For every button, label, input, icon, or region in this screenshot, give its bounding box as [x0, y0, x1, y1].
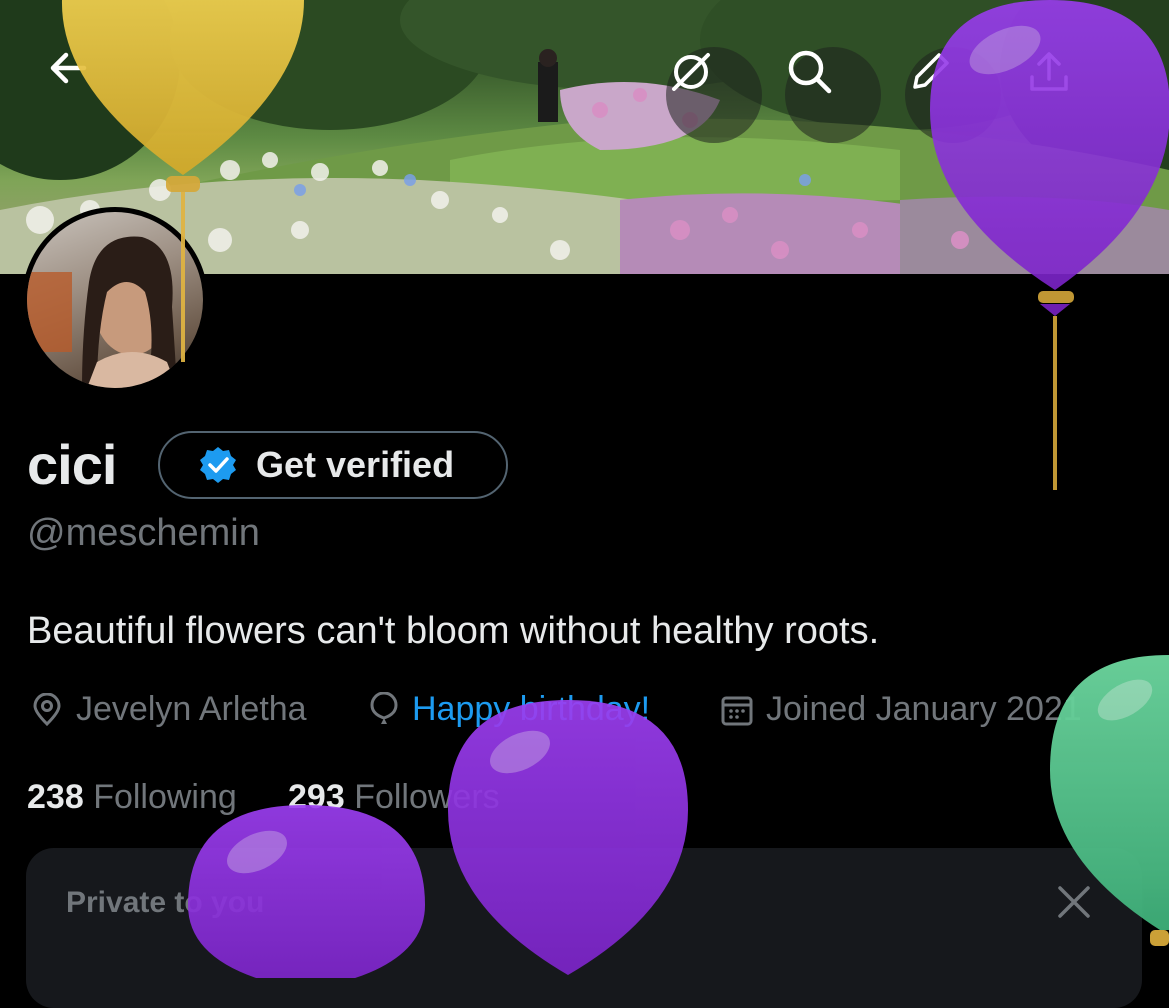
- following-link[interactable]: 238 Following: [27, 778, 237, 817]
- arrow-left-icon: [50, 52, 87, 84]
- joined-date: Joined January 2021: [720, 690, 1082, 729]
- search-icon: [788, 50, 832, 94]
- close-icon[interactable]: [1056, 884, 1092, 920]
- verified-badge-icon: [200, 447, 236, 483]
- avatar[interactable]: [22, 207, 208, 393]
- grok-icon: [672, 53, 710, 91]
- share-button[interactable]: [1024, 47, 1120, 143]
- birthday[interactable]: Happy birthday!: [368, 690, 650, 729]
- search-button[interactable]: [785, 47, 881, 143]
- back-button[interactable]: [46, 46, 142, 142]
- location: Jevelyn Arletha: [30, 690, 307, 729]
- edit-button[interactable]: [905, 47, 1001, 143]
- location-pin-icon: [33, 692, 61, 726]
- birthday-text: Happy birthday!: [412, 690, 651, 728]
- following-label: Following: [93, 778, 237, 816]
- private-card-title: Private to you: [66, 886, 265, 919]
- followers-link[interactable]: 293 Followers: [288, 778, 500, 817]
- followers-count: 293: [288, 778, 345, 816]
- handle: @meschemin: [27, 512, 260, 554]
- joined-text: Joined January 2021: [766, 690, 1082, 728]
- private-card: Private to you: [26, 848, 1142, 1008]
- followers-label: Followers: [354, 778, 500, 816]
- bio: Beautiful flowers can't bloom without he…: [27, 610, 880, 652]
- get-verified-button[interactable]: Get verified: [158, 431, 508, 499]
- calendar-icon: [721, 696, 753, 725]
- display-name: cici: [27, 433, 117, 496]
- balloon-icon: [370, 691, 398, 724]
- avatar-photo: [27, 212, 203, 388]
- grok-button[interactable]: [666, 47, 762, 143]
- share-icon: [1030, 52, 1068, 91]
- location-text: Jevelyn Arletha: [76, 690, 307, 728]
- edit-icon: [913, 53, 949, 89]
- following-count: 238: [27, 778, 84, 816]
- get-verified-label: Get verified: [256, 444, 455, 485]
